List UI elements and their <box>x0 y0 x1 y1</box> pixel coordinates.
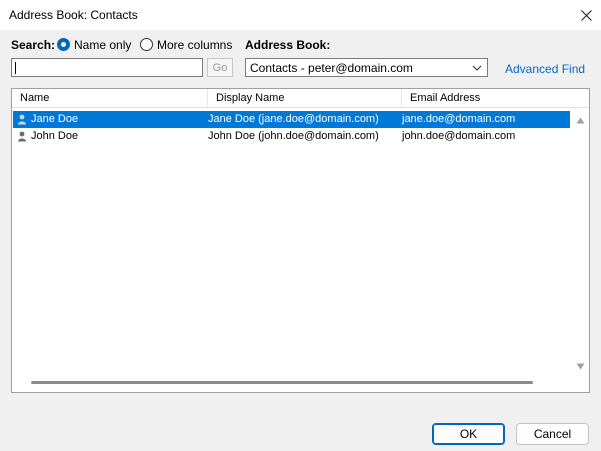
cell-email: john.doe@domain.com <box>402 130 516 142</box>
advanced-find-link[interactable]: Advanced Find <box>505 62 585 76</box>
horizontal-scrollbar-thumb[interactable] <box>31 381 533 384</box>
address-book-label: Address Book: <box>245 38 331 52</box>
window-title: Address Book: Contacts <box>9 8 138 22</box>
radio-name-only[interactable] <box>57 38 70 51</box>
contacts-list[interactable]: Name Display Name Email Address Jane Doe… <box>11 88 590 393</box>
table-row[interactable]: John Doe John Doe (john.doe@domain.com) … <box>13 128 570 145</box>
search-label: Search: <box>11 38 56 52</box>
cell-display-name: Jane Doe (jane.doe@domain.com) <box>208 113 379 125</box>
radio-more-columns[interactable] <box>140 38 153 51</box>
title-bar: Address Book: Contacts <box>0 0 601 30</box>
radio-more-columns-label[interactable]: More columns <box>157 38 232 52</box>
scroll-down-icon[interactable] <box>576 363 585 370</box>
cell-name: Jane Doe <box>31 113 79 125</box>
cell-name: John Doe <box>31 130 79 142</box>
column-header-name[interactable]: Name <box>12 89 208 108</box>
cell-display-name: John Doe (john.doe@domain.com) <box>208 130 379 142</box>
chevron-down-icon <box>472 65 482 71</box>
text-caret <box>15 62 16 74</box>
search-input[interactable] <box>11 58 203 77</box>
scroll-up-icon[interactable] <box>576 117 585 124</box>
column-header-display-name[interactable]: Display Name <box>208 89 402 108</box>
radio-name-only-label[interactable]: Name only <box>74 38 131 52</box>
ok-button[interactable]: OK <box>432 423 505 445</box>
address-book-select[interactable]: Contacts - peter@domain.com <box>245 58 488 77</box>
address-book-selected: Contacts - peter@domain.com <box>250 61 413 75</box>
vertical-scrollbar[interactable] <box>573 110 588 372</box>
table-row[interactable]: Jane Doe Jane Doe (jane.doe@domain.com) … <box>13 111 570 128</box>
go-button[interactable]: Go <box>207 58 233 77</box>
person-icon <box>18 114 26 125</box>
cancel-button[interactable]: Cancel <box>516 423 589 445</box>
person-icon <box>18 131 26 142</box>
close-button[interactable] <box>571 0 601 30</box>
column-header-email[interactable]: Email Address <box>402 89 589 108</box>
cell-email: jane.doe@domain.com <box>402 113 516 125</box>
close-icon <box>580 9 592 21</box>
list-header: Name Display Name Email Address <box>12 89 589 108</box>
